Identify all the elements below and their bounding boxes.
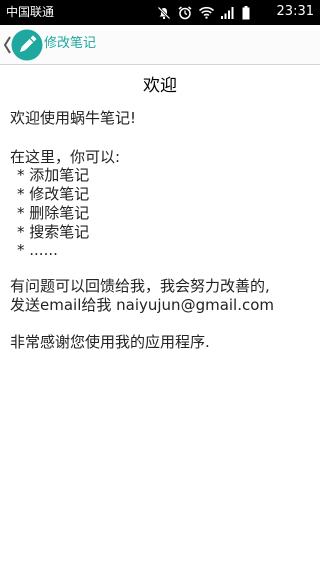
feature-list-item: * 修改笔记	[17, 185, 90, 203]
action-bar: 修改笔记	[0, 25, 320, 65]
mute-icon	[157, 6, 171, 20]
feature-list-item: * 添加笔记	[17, 166, 90, 184]
status-bar: 中国联通 23:31	[0, 0, 320, 25]
feedback-text: 有问题可以回馈给我，我会努力改善的,	[10, 277, 270, 295]
thanks-text: 非常感谢您使用我的应用程序.	[10, 333, 210, 351]
signal-icon	[221, 6, 235, 19]
greeting-text: 欢迎使用蜗牛笔记!	[10, 109, 137, 127]
feature-list-item: * 删除笔记	[17, 204, 90, 222]
status-clock: 23:31	[276, 4, 314, 19]
status-icons	[157, 5, 250, 20]
note-title: 欢迎	[143, 76, 177, 96]
carrier-name: 中国联通	[6, 5, 55, 19]
app-logo-icon[interactable]	[11, 29, 43, 61]
contact-email-text: 发送email给我 naiyujun@gmail.com	[10, 296, 275, 314]
screen-title: 修改笔记	[44, 36, 97, 51]
alarm-icon	[178, 5, 192, 20]
wifi-icon	[199, 6, 214, 19]
feature-list-item: * ......	[17, 241, 58, 259]
battery-icon	[242, 5, 250, 20]
intro-text: 在这里，你可以:	[10, 148, 121, 166]
feature-list-item: * 搜索笔记	[17, 223, 90, 241]
